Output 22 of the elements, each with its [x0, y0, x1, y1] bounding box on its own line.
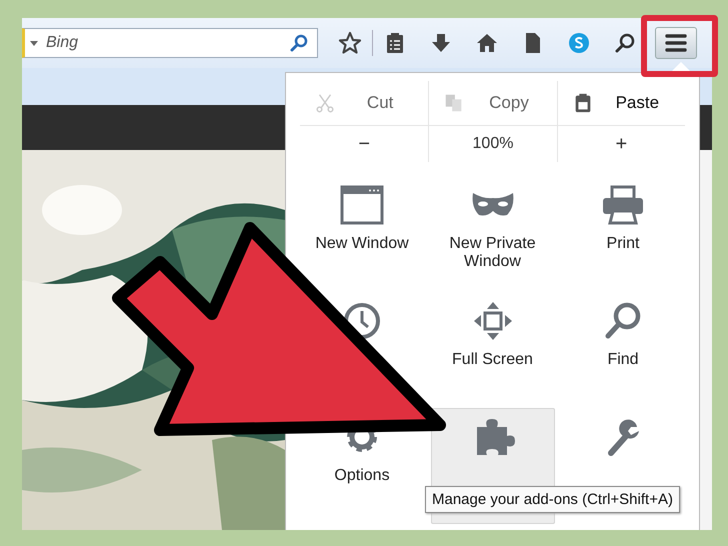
scissors-icon	[314, 92, 336, 114]
search-icon[interactable]	[289, 33, 309, 53]
search-input[interactable]: Bing	[44, 33, 289, 53]
tooltip: Manage your add-ons (Ctrl+Shift+A)	[425, 486, 680, 513]
zoom-out-button[interactable]: −	[300, 126, 428, 162]
home-icon[interactable]	[475, 31, 499, 55]
zoom-reset-button[interactable]: 100%	[428, 126, 557, 162]
printer-menu-item[interactable]: Print	[561, 176, 685, 292]
chat-bubble-icon[interactable]	[567, 31, 591, 55]
search-icon[interactable]	[613, 31, 637, 55]
mask-menu-item[interactable]: New Private Window	[430, 176, 554, 292]
window-icon	[340, 185, 384, 225]
printer-icon	[601, 185, 645, 225]
fullscreen-menu-item[interactable]: Full Screen	[430, 292, 554, 408]
magnifier-menu-item[interactable]: Find	[561, 292, 685, 408]
star-icon[interactable]	[338, 31, 362, 55]
search-field[interactable]: Bing	[22, 28, 318, 58]
dropdown-caret-icon[interactable]	[30, 40, 38, 46]
menu-button[interactable]	[655, 27, 697, 59]
paste-button[interactable]: Paste	[556, 81, 685, 125]
zoom-in-button[interactable]: +	[556, 126, 685, 162]
window-menu-item[interactable]: New Window	[300, 176, 424, 292]
